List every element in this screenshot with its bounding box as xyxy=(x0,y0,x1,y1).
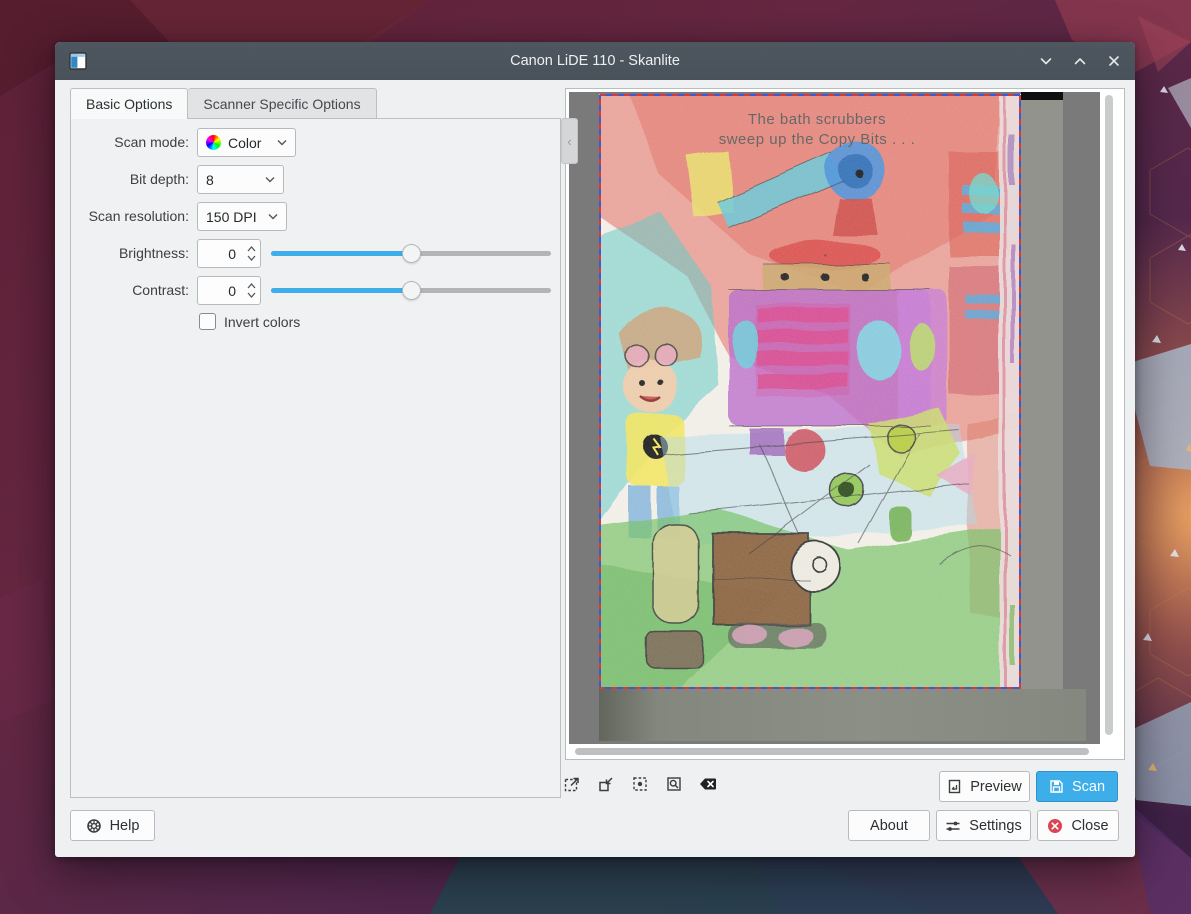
zoom-to-selection-button[interactable] xyxy=(627,771,653,797)
options-tabbar: Basic Options Scanner Specific Options xyxy=(70,88,377,119)
scan-resolution-combobox[interactable]: 150 DPI xyxy=(197,202,287,231)
titlebar[interactable]: Canon LiDE 110 - Skanlite xyxy=(55,42,1135,80)
scan-margin-strip xyxy=(1021,92,1063,689)
invert-colors-checkbox[interactable] xyxy=(199,313,216,330)
about-button[interactable]: About xyxy=(848,810,930,841)
help-button[interactable]: Help xyxy=(70,810,155,841)
bit-depth-combobox[interactable]: 8 xyxy=(197,165,284,194)
slider-fill xyxy=(271,251,411,256)
spinbox-arrows-icon[interactable] xyxy=(242,277,260,304)
scanner-bed-strip xyxy=(599,689,1086,741)
window-title: Canon LiDE 110 - Skanlite xyxy=(55,53,1135,69)
skanlite-window: Canon LiDE 110 - Skanlite Basic Options … xyxy=(55,42,1135,857)
bit-depth-value: 8 xyxy=(206,172,214,188)
chevron-down-icon xyxy=(260,213,278,220)
chevron-down-icon xyxy=(257,176,275,183)
zoom-in-button[interactable] xyxy=(559,771,585,797)
zoom-to-fit-icon xyxy=(665,775,683,793)
scanner-lid-edge xyxy=(1021,92,1063,100)
close-button-label: Close xyxy=(1071,818,1108,834)
scan-mode-label: Scan mode: xyxy=(75,134,189,150)
document-preview-icon xyxy=(947,779,962,794)
bit-depth-label: Bit depth: xyxy=(75,171,189,187)
preview-area: The bath scrubbers sweep up the Copy Bit… xyxy=(565,88,1125,760)
chevron-down-icon xyxy=(269,139,287,146)
tab-scanner-specific-options-label: Scanner Specific Options xyxy=(203,96,360,112)
skanlite-window-icon xyxy=(69,52,87,70)
contrast-label: Contrast: xyxy=(75,282,189,298)
scan-resolution-label: Scan resolution: xyxy=(75,208,189,224)
brightness-value: 0 xyxy=(198,246,242,262)
brightness-slider[interactable] xyxy=(271,239,551,268)
zoom-out-button[interactable] xyxy=(593,771,619,797)
basic-options-panel: Scan mode: Color Bit depth: 8 Scan resol… xyxy=(70,118,561,798)
tab-basic-options-label: Basic Options xyxy=(86,96,172,112)
close-red-icon xyxy=(1047,818,1063,834)
clear-selections-button[interactable] xyxy=(695,771,721,797)
contrast-value: 0 xyxy=(198,283,242,299)
contrast-slider[interactable] xyxy=(271,276,551,305)
settings-sliders-icon xyxy=(945,819,961,833)
slider-fill xyxy=(271,288,411,293)
tab-scanner-specific-options[interactable]: Scanner Specific Options xyxy=(188,88,376,119)
close-button[interactable]: Close xyxy=(1037,810,1119,841)
scan-button-label: Scan xyxy=(1072,779,1105,795)
spinbox-arrows-icon[interactable] xyxy=(242,240,260,267)
tab-basic-options[interactable]: Basic Options xyxy=(70,88,188,119)
settings-button-label: Settings xyxy=(969,818,1021,834)
save-scan-icon xyxy=(1049,779,1064,794)
contrast-slider-handle[interactable] xyxy=(402,281,421,300)
zoom-to-fit-button[interactable] xyxy=(661,771,687,797)
brightness-label: Brightness: xyxy=(75,245,189,261)
preview-horizontal-scrollbar[interactable] xyxy=(575,748,1089,755)
clear-selections-icon xyxy=(698,775,718,793)
preview-button-label: Preview xyxy=(970,779,1022,795)
close-window-button[interactable] xyxy=(1105,52,1123,70)
minimize-button[interactable] xyxy=(1037,52,1055,70)
zoom-out-icon xyxy=(597,775,615,793)
invert-colors-label: Invert colors xyxy=(224,314,300,330)
about-button-label: About xyxy=(870,818,908,834)
preview-vertical-scrollbar[interactable] xyxy=(1105,95,1113,735)
scan-resolution-value: 150 DPI xyxy=(206,209,257,225)
help-lifebuoy-icon xyxy=(86,818,102,834)
splitter-collapse-handle[interactable]: ‹ xyxy=(561,118,578,164)
settings-button[interactable]: Settings xyxy=(936,810,1031,841)
scanned-image[interactable]: The bath scrubbers sweep up the Copy Bit… xyxy=(599,94,1021,689)
scan-mode-value: Color xyxy=(228,135,261,151)
zoom-in-icon xyxy=(563,775,581,793)
preview-canvas[interactable]: The bath scrubbers sweep up the Copy Bit… xyxy=(569,92,1100,744)
maximize-button[interactable] xyxy=(1071,52,1089,70)
brightness-spinbox[interactable]: 0 xyxy=(197,239,261,268)
contrast-spinbox[interactable]: 0 xyxy=(197,276,261,305)
scan-mode-combobox[interactable]: Color xyxy=(197,128,296,157)
scan-button[interactable]: Scan xyxy=(1036,771,1118,802)
brightness-slider-handle[interactable] xyxy=(402,244,421,263)
preview-button[interactable]: Preview xyxy=(939,771,1030,802)
zoom-to-selection-icon xyxy=(631,775,649,793)
help-button-label: Help xyxy=(110,818,140,834)
color-wheel-icon xyxy=(206,135,221,150)
